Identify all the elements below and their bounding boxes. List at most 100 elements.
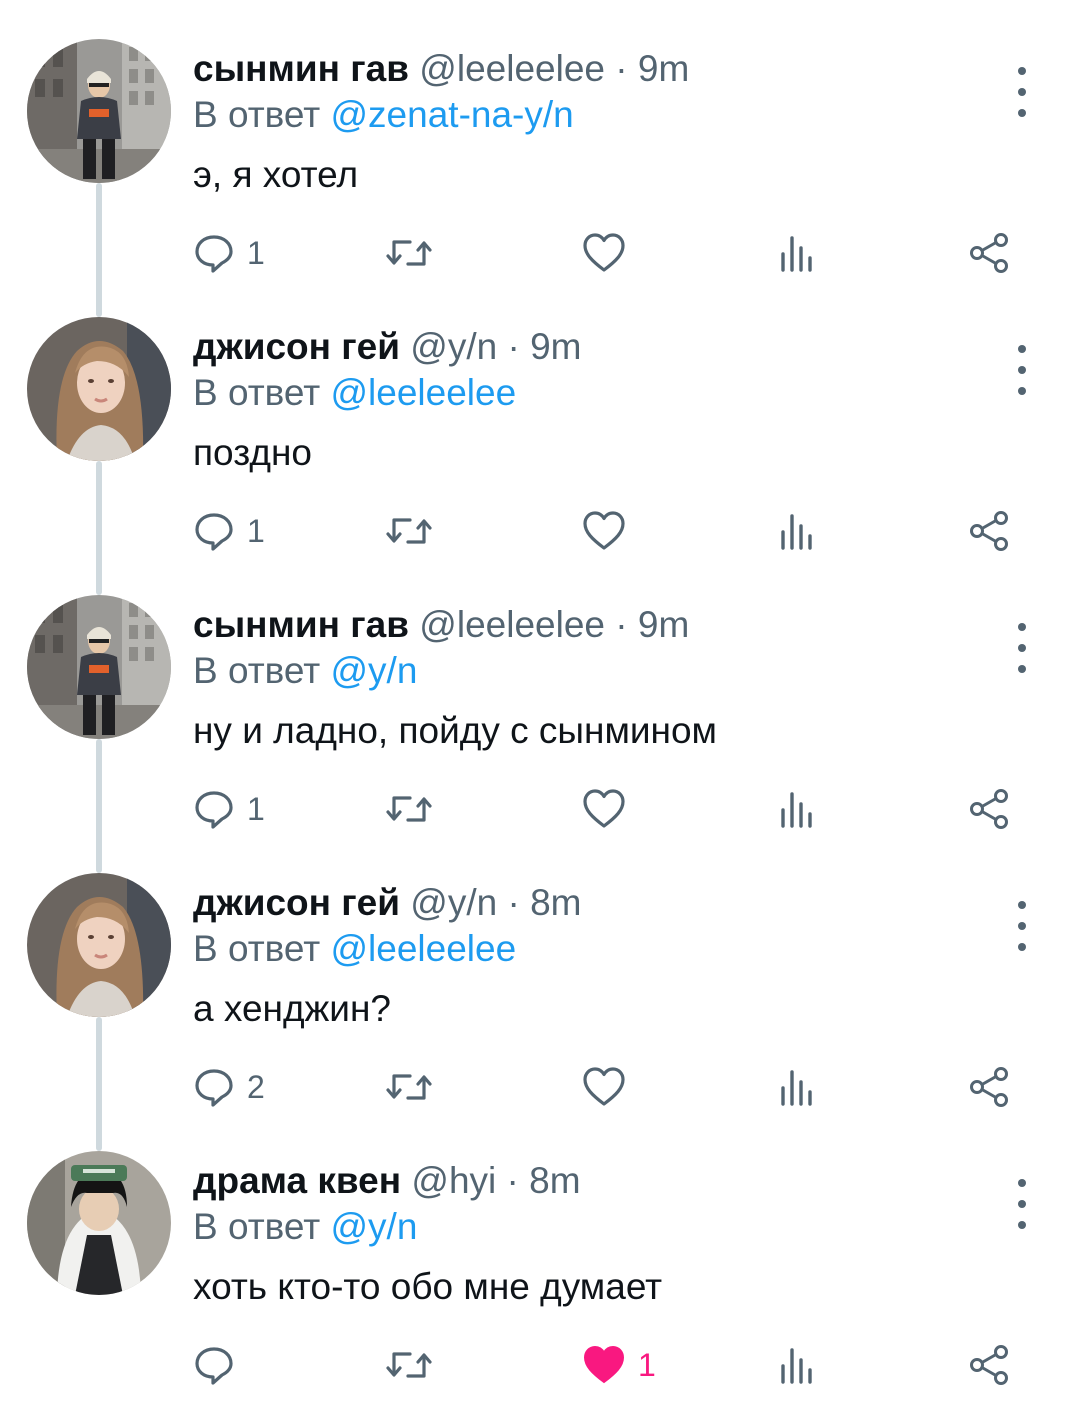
author-handle[interactable]: @hyi [411, 1160, 496, 1201]
avatar[interactable] [27, 317, 171, 461]
reply-to-handle-link[interactable]: @zenat-na-y/n [331, 94, 574, 135]
like-button[interactable]: 1 [582, 1335, 656, 1395]
tweet-header: джисон гей @y/n · 9m [193, 325, 582, 369]
tweet-text: хоть кто-то обо мне думает [193, 1266, 663, 1307]
more-options-icon[interactable] [1004, 67, 1040, 117]
views-button[interactable] [778, 223, 818, 283]
author-name[interactable]: драма квен [193, 1160, 401, 1201]
reply-to-handle-link[interactable]: @leeleelee [331, 928, 517, 969]
reply-to-prefix: В ответ [193, 1206, 321, 1247]
tweet-text: а хенджин? [193, 988, 391, 1029]
share-button[interactable] [968, 501, 1012, 561]
author-name[interactable]: джисон гей [193, 882, 400, 923]
tweet[interactable]: драма квен @hyi · 8m В ответ @y/n хоть кто… [0, 1145, 1080, 1423]
reply-to-handle-link[interactable]: @leeleelee [331, 372, 517, 413]
like-button[interactable] [582, 1057, 638, 1117]
more-options-icon[interactable] [1004, 345, 1040, 395]
avatar[interactable] [27, 1151, 171, 1295]
tweet-text: э, я хотел [193, 154, 359, 195]
author-handle[interactable]: @leeleelee [419, 604, 605, 645]
timestamp[interactable]: 8m [529, 1160, 580, 1201]
like-button[interactable] [582, 223, 638, 283]
reply-count: 1 [247, 512, 265, 549]
tweet-actions-bar: 1 [0, 223, 1080, 283]
retweet-button[interactable] [386, 501, 432, 561]
reply-to-prefix: В ответ [193, 650, 321, 691]
author-handle[interactable]: @leeleelee [419, 48, 605, 89]
reply-to-line: В ответ @leeleelee [193, 927, 516, 971]
timestamp[interactable]: 9m [530, 326, 581, 367]
retweet-button[interactable] [386, 779, 432, 839]
heart-icon [582, 788, 626, 830]
share-icon [968, 788, 1012, 830]
like-button[interactable] [582, 501, 638, 561]
heart-icon [582, 232, 626, 274]
views-button[interactable] [778, 1335, 818, 1395]
retweet-button[interactable] [386, 1057, 432, 1117]
timestamp[interactable]: 8m [530, 882, 581, 923]
reply-icon [193, 788, 235, 830]
avatar[interactable] [27, 595, 171, 739]
reply-to-line: В ответ @leeleelee [193, 371, 516, 415]
reply-button[interactable] [193, 1335, 247, 1395]
analytics-icon [778, 1344, 818, 1386]
separator-dot: · [615, 48, 628, 89]
avatar[interactable] [27, 39, 171, 183]
reply-to-handle-link[interactable]: @y/n [331, 650, 418, 691]
reply-count: 2 [247, 1068, 265, 1105]
reply-button[interactable]: 1 [193, 779, 265, 839]
reply-to-prefix: В ответ [193, 372, 321, 413]
reply-button[interactable]: 1 [193, 223, 265, 283]
avatar[interactable] [27, 873, 171, 1017]
tweet-thread: сынмин гав @leeleelee · 9m В ответ @zenat… [0, 0, 1080, 1390]
tweet[interactable]: сынмин гав @leeleelee · 9m В ответ @y/n ну… [0, 589, 1080, 867]
tweet-header: сынмин гав @leeleelee · 9m [193, 603, 689, 647]
views-button[interactable] [778, 779, 818, 839]
tweet-actions-bar: 2 [0, 1057, 1080, 1117]
retweet-button[interactable] [386, 223, 432, 283]
author-handle[interactable]: @y/n [410, 882, 497, 923]
author-name[interactable]: сынмин гав [193, 604, 409, 645]
author-handle[interactable]: @y/n [410, 326, 497, 367]
reply-to-handle-link[interactable]: @y/n [331, 1206, 418, 1247]
more-options-icon[interactable] [1004, 1179, 1040, 1229]
retweet-icon [386, 232, 432, 274]
retweet-button[interactable] [386, 1335, 432, 1395]
like-count: 1 [638, 1346, 656, 1383]
tweet-header: джисон гей @y/n · 8m [193, 881, 582, 925]
reply-button[interactable]: 1 [193, 501, 265, 561]
timestamp[interactable]: 9m [638, 604, 689, 645]
share-button[interactable] [968, 1335, 1012, 1395]
tweet-text: поздно [193, 432, 312, 473]
separator-dot: · [615, 604, 628, 645]
more-options-icon[interactable] [1004, 901, 1040, 951]
like-button[interactable] [582, 779, 638, 839]
reply-icon [193, 1344, 235, 1386]
share-icon [968, 1066, 1012, 1108]
more-options-icon[interactable] [1004, 623, 1040, 673]
separator-dot: · [507, 326, 520, 367]
share-button[interactable] [968, 1057, 1012, 1117]
reply-count: 1 [247, 234, 265, 271]
reply-to-line: В ответ @y/n [193, 1205, 417, 1249]
tweet[interactable]: сынмин гав @leeleelee · 9m В ответ @zenat… [0, 33, 1080, 311]
share-button[interactable] [968, 223, 1012, 283]
timestamp[interactable]: 9m [638, 48, 689, 89]
author-name[interactable]: сынмин гав [193, 48, 409, 89]
reply-to-prefix: В ответ [193, 94, 321, 135]
reply-button[interactable]: 2 [193, 1057, 265, 1117]
heart-filled-icon [582, 1344, 626, 1386]
separator-dot: · [507, 882, 520, 923]
tweet[interactable]: джисон гей @y/n · 8m В ответ @leeleelee а … [0, 867, 1080, 1145]
tweet[interactable]: джисон гей @y/n · 9m В ответ @leeleelee по… [0, 311, 1080, 589]
tweet-text: ну и ладно, пойду с сынмином [193, 710, 717, 751]
reply-icon [193, 232, 235, 274]
share-icon [968, 1344, 1012, 1386]
reply-count: 1 [247, 790, 265, 827]
views-button[interactable] [778, 1057, 818, 1117]
author-name[interactable]: джисон гей [193, 326, 400, 367]
share-button[interactable] [968, 779, 1012, 839]
analytics-icon [778, 232, 818, 274]
views-button[interactable] [778, 501, 818, 561]
reply-icon [193, 1066, 235, 1108]
